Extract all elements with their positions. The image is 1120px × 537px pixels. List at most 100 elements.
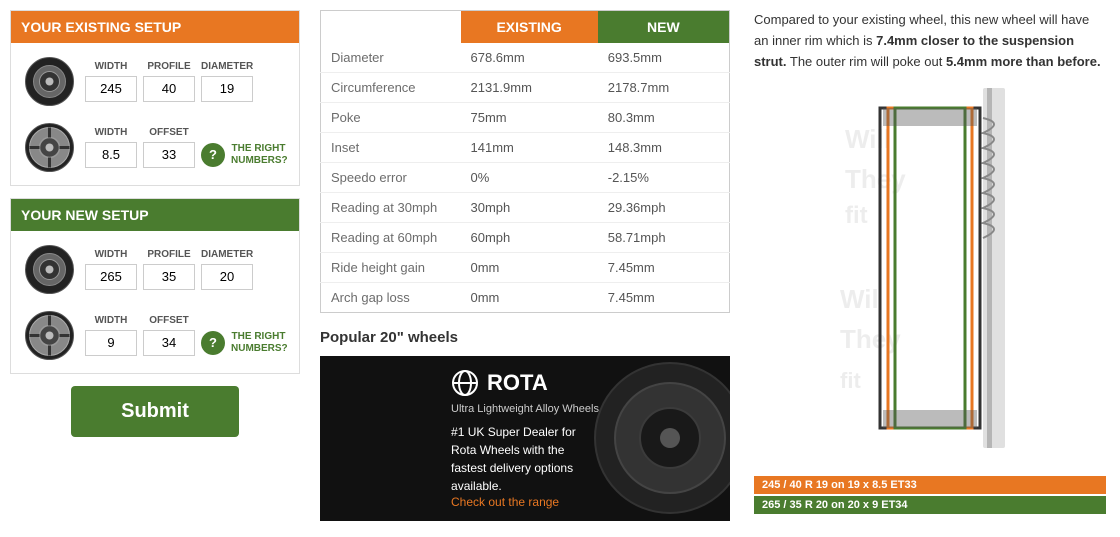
row-new-val: 7.45mm — [598, 283, 730, 313]
row-new-val: 148.3mm — [598, 133, 730, 163]
svg-text:Will: Will — [845, 124, 891, 154]
new-offset-input[interactable] — [143, 330, 195, 356]
submit-button[interactable]: Submit — [71, 386, 239, 437]
row-existing-val: 0mm — [461, 283, 598, 313]
table-row: Speedo error 0% -2.15% — [321, 163, 730, 193]
row-new-val: -2.15% — [598, 163, 730, 193]
new-profile-input[interactable] — [143, 264, 195, 290]
new-diameter-input[interactable] — [201, 264, 253, 290]
new-profile-label: PROFILE — [143, 249, 195, 260]
row-existing-val: 0% — [461, 163, 598, 193]
table-header-row: EXISTING NEW — [321, 11, 730, 44]
main-container: YOUR EXISTING SETUP WIDTH — [0, 0, 1120, 537]
comparison-table: EXISTING NEW Diameter 678.6mm 693.5mm Ci… — [320, 10, 730, 313]
profile-label: PROFILE — [143, 61, 195, 72]
existing-profile-input[interactable] — [143, 76, 195, 102]
row-label: Reading at 60mph — [321, 223, 461, 253]
new-labels1: WIDTH PROFILE DIAMETER — [85, 249, 291, 260]
row-existing-val: 678.6mm — [461, 43, 598, 73]
existing-fields-group2: WIDTH OFFSET ? THE RIGHT NUMBERS? — [85, 127, 291, 168]
info-text-2: The outer rim will poke out — [787, 54, 946, 69]
existing-wheel-image — [19, 117, 79, 177]
row-new-val: 7.45mm — [598, 253, 730, 283]
svg-text:Wil: Wil — [840, 284, 879, 314]
row-existing-val: 2131.9mm — [461, 73, 598, 103]
existing-labels1: WIDTH PROFILE DIAMETER — [85, 61, 291, 72]
existing-setup-header: YOUR EXISTING SETUP — [11, 11, 299, 43]
existing-label-bar: 245 / 40 R 19 on 19 x 8.5 ET33 — [754, 476, 1106, 494]
new-fields-group1: WIDTH PROFILE DIAMETER — [85, 249, 291, 290]
right-panel: Compared to your existing wheel, this ne… — [740, 0, 1120, 537]
existing-help-button[interactable]: ? — [201, 143, 225, 167]
row-existing-val: 0mm — [461, 253, 598, 283]
existing-fields-group1: WIDTH PROFILE DIAMETER — [85, 61, 291, 102]
table-header-new: NEW — [598, 11, 730, 44]
new-label-bar: 265 / 35 R 20 on 20 x 9 ET34 — [754, 496, 1106, 514]
row-label: Diameter — [321, 43, 461, 73]
new-row1: WIDTH PROFILE DIAMETER — [19, 239, 291, 299]
ad-link[interactable]: Check out the range — [451, 495, 599, 509]
svg-text:fit: fit — [845, 202, 868, 229]
ad-logo-text: ROTA — [487, 370, 548, 396]
svg-text:fit: fit — [840, 368, 861, 393]
row-label: Poke — [321, 103, 461, 133]
new-right-numbers-link[interactable]: THE RIGHT NUMBERS? — [231, 331, 286, 355]
existing-inputs1 — [85, 76, 291, 102]
new-help-button[interactable]: ? — [201, 331, 225, 355]
row-existing-val: 60mph — [461, 223, 598, 253]
existing-row1: WIDTH PROFILE DIAMETER — [19, 51, 291, 111]
ad-content: ROTA Ultra Lightweight Alloy Wheels #1 U… — [439, 357, 611, 521]
table-header-existing: EXISTING — [461, 11, 598, 44]
wheel-diagram: Will They fit Wil They fit — [835, 88, 1025, 468]
offset-label: OFFSET — [143, 127, 195, 138]
table-row: Arch gap loss 0mm 7.45mm — [321, 283, 730, 313]
row-label: Circumference — [321, 73, 461, 103]
row-label: Inset — [321, 133, 461, 163]
middle-panel: EXISTING NEW Diameter 678.6mm 693.5mm Ci… — [310, 0, 740, 537]
width2-label: WIDTH — [85, 127, 137, 138]
existing-diameter-input[interactable] — [201, 76, 253, 102]
new-width2-input[interactable] — [85, 330, 137, 356]
row-label: Arch gap loss — [321, 283, 461, 313]
new-width-label: WIDTH — [85, 249, 137, 260]
new-row2: WIDTH OFFSET ? THE RIGHT NUMBERS? — [19, 305, 291, 365]
table-row: Inset 141mm 148.3mm — [321, 133, 730, 163]
new-inputs1 — [85, 264, 291, 290]
existing-tire-image — [19, 51, 79, 111]
existing-setup-box: YOUR EXISTING SETUP WIDTH — [10, 10, 300, 186]
comparison-table-body: Diameter 678.6mm 693.5mm Circumference 2… — [321, 43, 730, 313]
existing-width-input[interactable] — [85, 76, 137, 102]
new-setup-content: WIDTH PROFILE DIAMETER — [11, 231, 299, 373]
existing-offset-input[interactable] — [143, 142, 195, 168]
svg-text:They: They — [840, 324, 901, 354]
new-inputs2: ? THE RIGHT NUMBERS? — [85, 330, 291, 356]
table-row: Ride height gain 0mm 7.45mm — [321, 253, 730, 283]
ad-banner[interactable]: ROTA Ultra Lightweight Alloy Wheels #1 U… — [320, 356, 730, 521]
diameter-label: DIAMETER — [201, 61, 253, 72]
table-header-label — [321, 11, 461, 44]
table-row: Diameter 678.6mm 693.5mm — [321, 43, 730, 73]
new-setup-header: YOUR NEW SETUP — [11, 199, 299, 231]
row-new-val: 29.36mph — [598, 193, 730, 223]
svg-text:They: They — [845, 164, 906, 194]
row-new-val: 693.5mm — [598, 43, 730, 73]
row-label: Ride height gain — [321, 253, 461, 283]
existing-right-numbers-link[interactable]: THE RIGHT NUMBERS? — [231, 143, 286, 167]
existing-setup-content: WIDTH PROFILE DIAMETER — [11, 43, 299, 185]
row-label: Speedo error — [321, 163, 461, 193]
new-width-input[interactable] — [85, 264, 137, 290]
ad-text: #1 UK Super Dealer for Rota Wheels with … — [451, 423, 599, 495]
existing-inputs2: ? THE RIGHT NUMBERS? — [85, 142, 291, 168]
table-row: Poke 75mm 80.3mm — [321, 103, 730, 133]
label-bars: 245 / 40 R 19 on 19 x 8.5 ET33 265 / 35 … — [754, 476, 1106, 514]
row-existing-val: 30mph — [461, 193, 598, 223]
new-wheel-image — [19, 305, 79, 365]
ad-subtitle: Ultra Lightweight Alloy Wheels — [451, 403, 599, 415]
row-new-val: 2178.7mm — [598, 73, 730, 103]
existing-width2-input[interactable] — [85, 142, 137, 168]
new-labels2: WIDTH OFFSET — [85, 315, 291, 326]
new-tire-image — [19, 239, 79, 299]
new-offset-label: OFFSET — [143, 315, 195, 326]
table-row: Reading at 60mph 60mph 58.71mph — [321, 223, 730, 253]
wheel-diagram-svg: Will They fit Wil They fit — [835, 88, 1025, 448]
